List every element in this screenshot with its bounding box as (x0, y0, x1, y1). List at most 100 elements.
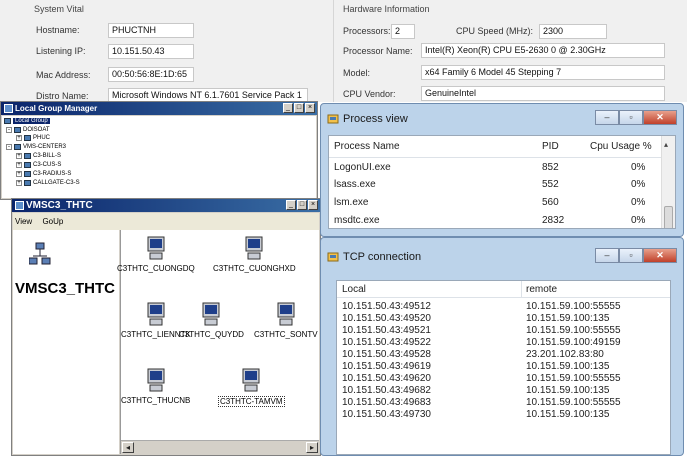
tcp-connection-window[interactable]: TCP connection – ▫ ✕ Local remote 10.151… (320, 237, 684, 456)
column-process-name[interactable]: Process Name (334, 141, 400, 152)
maximize-button[interactable]: ▫ (619, 110, 643, 125)
menu-view[interactable]: View (15, 217, 32, 226)
tree-item-c3-bill-s[interactable]: + C3-BILL-S (16, 153, 61, 159)
process-row[interactable]: lsm.exe 560 0% (329, 197, 675, 213)
tree-item-c3-radius-s[interactable]: + C3-RADIUS-S (16, 171, 71, 177)
maximize-button[interactable]: □ (294, 103, 304, 113)
local-group-manager-titlebar[interactable]: Local Group Manager (1, 102, 317, 115)
computer-icon (24, 180, 31, 186)
node-sontv[interactable]: C3THTC_SONTV (254, 302, 318, 339)
process-view-title: Process view (343, 113, 408, 125)
tcp-connection-list[interactable]: Local remote 10.151.50.43:49512 10.151.59… (336, 280, 671, 455)
app-icon (327, 114, 339, 124)
tcp-row[interactable]: 10.151.50.43:49619 10.151.59.100:135 (337, 361, 670, 373)
scroll-thumb[interactable] (664, 206, 673, 228)
tcp-row[interactable]: 10.151.50.43:49730 10.151.59.100:135 (337, 409, 670, 421)
group-tree[interactable]: Local Group - DOISOAT + PHUC - VMS-CENTE… (2, 116, 316, 198)
ip-label: Listening IP: (36, 46, 86, 56)
computer-icon (147, 368, 165, 392)
processor-name-label: Processor Name: (343, 46, 413, 56)
process-row[interactable]: LogonUI.exe 852 0% (329, 162, 675, 178)
hostname-field[interactable]: PHUCTNH (108, 23, 194, 38)
scroll-up-arrow-icon[interactable]: ▴ (664, 140, 668, 149)
horizontal-scrollbar[interactable]: ◂ ▸ (121, 440, 319, 454)
tcp-list-header: Local remote (337, 281, 670, 298)
process-view-titlebar[interactable]: Process view (327, 113, 408, 125)
tcp-row[interactable]: 10.151.50.43:49620 10.151.59.100:55555 (337, 373, 670, 385)
computer-icon (242, 368, 260, 392)
ip-field[interactable]: 10.151.50.43 (108, 44, 194, 59)
mac-field[interactable]: 00:50:56:8E:1D:65 (108, 67, 194, 82)
local-group-manager-window[interactable]: Local Group Manager _ □ × Local Group - … (0, 101, 318, 200)
processors-field[interactable]: 2 (391, 24, 415, 39)
tree-item-doisoat[interactable]: - DOISOAT (6, 127, 50, 133)
processor-name-field[interactable]: Intel(R) Xeon(R) CPU E5-2630 0 @ 2.30GHz (421, 43, 665, 58)
maximize-button[interactable]: ▫ (619, 248, 643, 263)
expand-icon[interactable]: + (16, 171, 22, 177)
node-thucnb[interactable]: C3THTC_THUCNB (121, 368, 190, 405)
cpu-speed-field[interactable]: 2300 (539, 24, 607, 39)
process-list[interactable]: Process Name PID Cpu Usage % LogonUI.exe… (328, 135, 676, 229)
minimize-button[interactable]: – (595, 110, 619, 125)
tcp-row[interactable]: 10.151.50.43:49521 10.151.59.100:55555 (337, 325, 670, 337)
maximize-button[interactable]: □ (297, 200, 307, 210)
collapse-icon[interactable]: - (6, 144, 12, 150)
process-row[interactable]: msdtc.exe 2832 0% (329, 215, 675, 228)
computer-icon (147, 302, 165, 326)
computer-icon (245, 236, 263, 260)
system-info-panel: System Vital Hostname: PHUCTNH Listening… (0, 0, 687, 103)
expand-icon[interactable]: + (16, 153, 22, 159)
vmsc3-title: VMSC3_THTC (26, 200, 93, 211)
tree-item-vms-center3[interactable]: - VMS-CENTER3 (6, 144, 66, 150)
model-field[interactable]: x64 Family 6 Model 45 Stepping 7 (421, 65, 665, 80)
close-button[interactable]: ✕ (643, 110, 677, 125)
tcp-row[interactable]: 10.151.50.43:49683 10.151.59.100:55555 (337, 397, 670, 409)
vmsc3-thtc-window[interactable]: VMSC3_THTC _ □ × View GoUp VMSC3_THTC C3… (11, 198, 321, 456)
tcp-row[interactable]: 10.151.50.43:49682 10.151.59.100:135 (337, 385, 670, 397)
vertical-scrollbar[interactable]: ▴ (661, 136, 675, 228)
scroll-right-arrow-icon[interactable]: ▸ (306, 442, 318, 453)
node-tamvm[interactable]: C3THTC-TAMVM (218, 368, 285, 407)
group-icon (4, 118, 11, 124)
minimize-button[interactable]: – (595, 248, 619, 263)
vendor-field[interactable]: GenuineIntel (421, 86, 665, 101)
scroll-left-arrow-icon[interactable]: ◂ (122, 442, 134, 453)
mac-label: Mac Address: (36, 70, 91, 80)
app-icon (4, 104, 13, 113)
column-local[interactable]: Local (342, 284, 366, 295)
process-view-window[interactable]: Process view – ▫ ✕ Process Name PID Cpu … (320, 103, 684, 237)
menu-goup[interactable]: GoUp (42, 217, 63, 226)
column-cpu-usage[interactable]: Cpu Usage % (590, 141, 652, 152)
tcp-row[interactable]: 10.151.50.43:49520 10.151.59.100:135 (337, 313, 670, 325)
collapse-icon[interactable]: - (6, 127, 12, 133)
tcp-connection-titlebar[interactable]: TCP connection (327, 251, 421, 263)
vmsc3-titlebar[interactable]: VMSC3_THTC (12, 199, 320, 212)
close-button[interactable]: × (308, 200, 318, 210)
expand-icon[interactable]: + (16, 135, 22, 141)
tree-item-local-group[interactable]: Local Group (4, 118, 50, 124)
tcp-row[interactable]: 10.151.50.43:49522 10.151.59.100:49159 (337, 337, 670, 349)
tree-item-phuc[interactable]: + PHUC (16, 135, 50, 141)
node-cuonghxd[interactable]: C3THTC_CUONGHXD (213, 236, 296, 273)
tree-item-c3-cus-s[interactable]: + C3-CUS-S (16, 162, 61, 168)
cpu-speed-label: CPU Speed (MHz): (456, 26, 534, 36)
tcp-row[interactable]: 10.151.50.43:49528 23.201.102.83:80 (337, 349, 670, 361)
column-pid[interactable]: PID (542, 141, 559, 152)
tcp-row[interactable]: 10.151.50.43:49512 10.151.59.100:55555 (337, 301, 670, 313)
vmsc3-root-label: VMSC3_THTC (15, 280, 116, 297)
node-quydd[interactable]: C3THTC_QUYDD (179, 302, 244, 339)
close-button[interactable]: ✕ (643, 248, 677, 263)
local-group-manager-title: Local Group Manager (15, 104, 98, 113)
model-label: Model: (343, 68, 371, 78)
column-remote[interactable]: remote (526, 284, 557, 295)
close-button[interactable]: × (305, 103, 315, 113)
expand-icon[interactable]: + (16, 162, 22, 168)
node-cuongdq[interactable]: C3THTC_CUONGDQ (117, 236, 195, 273)
tree-item-callgate-c3-s[interactable]: + CALLGATE-C3-S (16, 180, 80, 186)
column-separator (521, 281, 522, 297)
expand-icon[interactable]: + (16, 180, 22, 186)
minimize-button[interactable]: _ (283, 103, 293, 113)
process-row[interactable]: lsass.exe 552 0% (329, 179, 675, 195)
menu-bar: View GoUp (13, 213, 319, 230)
minimize-button[interactable]: _ (286, 200, 296, 210)
